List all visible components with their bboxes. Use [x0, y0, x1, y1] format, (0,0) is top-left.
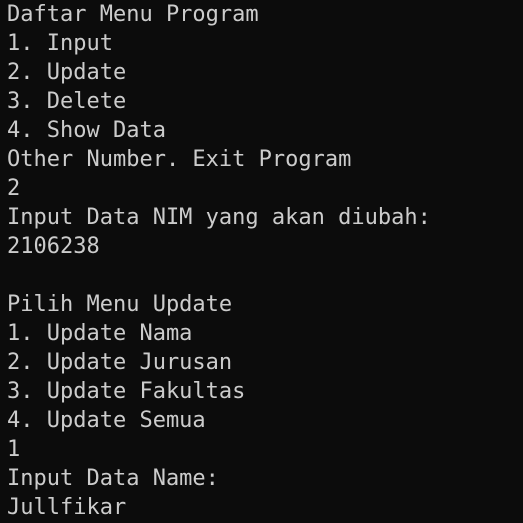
menu-option-update: 2. Update	[7, 60, 127, 85]
menu-option-delete: 3. Delete	[7, 89, 127, 114]
menu-option-exit: Other Number. Exit Program	[7, 147, 352, 172]
update-option-semua: 4. Update Semua	[7, 408, 206, 433]
user-input-nim: 2106238	[7, 234, 100, 259]
prompt-nim: Input Data NIM yang akan diubah:	[7, 205, 431, 230]
menu-title: Daftar Menu Program	[7, 2, 259, 27]
user-input-update-choice: 1	[7, 437, 21, 462]
terminal-output[interactable]: Daftar Menu Program 1. Input 2. Update 3…	[0, 0, 523, 523]
update-option-nama: 1. Update Nama	[7, 321, 193, 346]
update-option-fakultas: 3. Update Fakultas	[7, 379, 246, 404]
update-option-jurusan: 2. Update Jurusan	[7, 350, 233, 375]
user-input-menu-choice: 2	[7, 176, 21, 201]
menu-option-input: 1. Input	[7, 31, 113, 56]
update-menu-title: Pilih Menu Update	[7, 292, 233, 317]
user-input-name: Jullfikar	[7, 495, 127, 520]
menu-option-show-data: 4. Show Data	[7, 118, 166, 143]
prompt-name: Input Data Name:	[7, 466, 219, 491]
